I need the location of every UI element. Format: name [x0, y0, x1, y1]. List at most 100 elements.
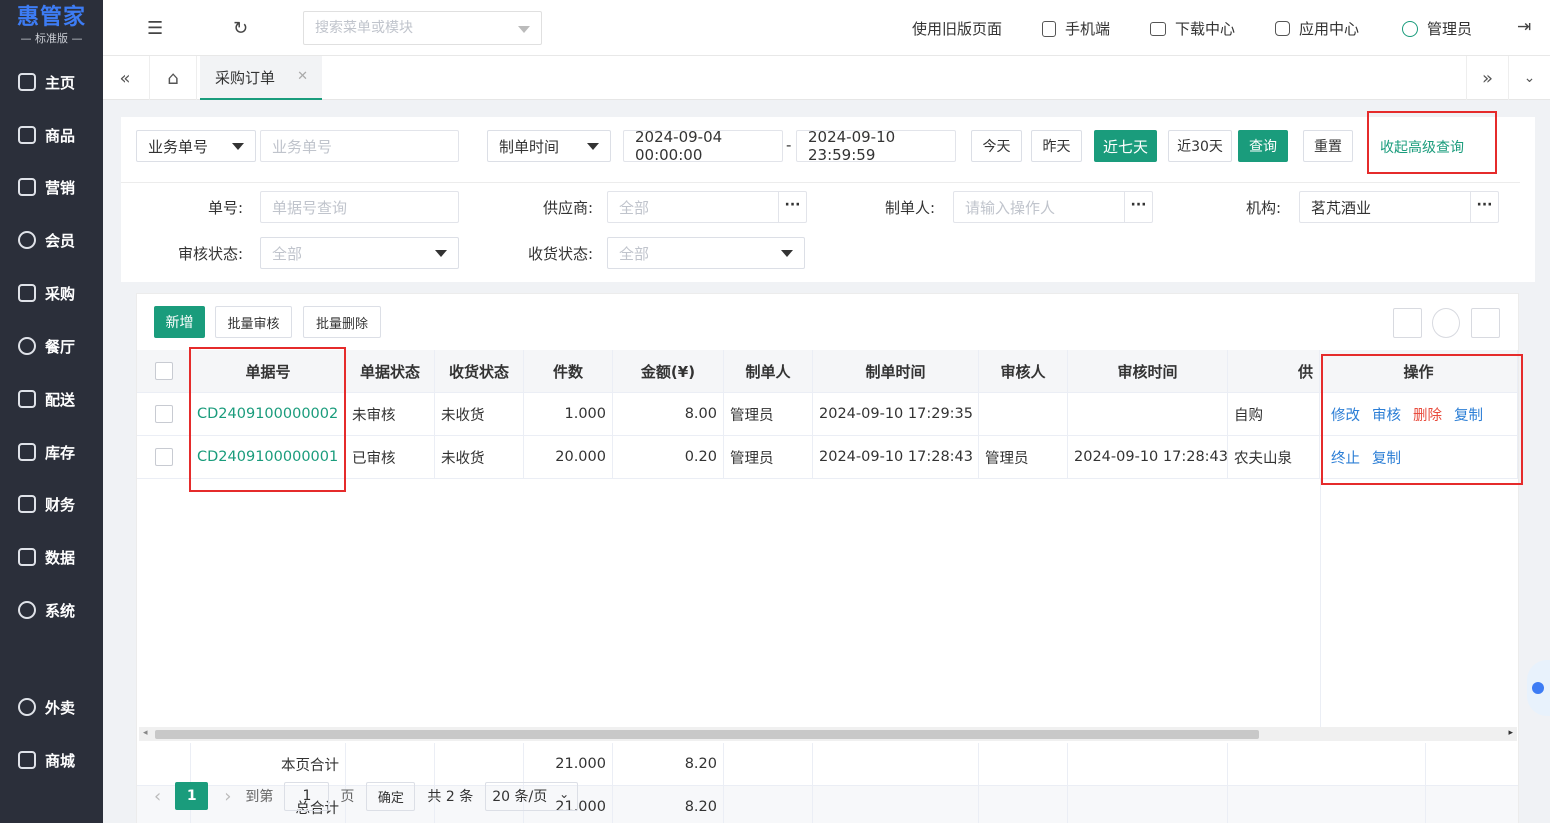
- creator-input[interactable]: 请输入操作人 ···: [953, 191, 1153, 223]
- assistant-eye-icon: [1532, 682, 1544, 694]
- cart-icon: [18, 284, 36, 302]
- qty-cell: 20.000: [524, 436, 613, 478]
- tab-bar: « ⌂ 采购订单 ✕ » ⌄: [103, 56, 1550, 100]
- sidebar-item-inventory[interactable]: 库存: [0, 432, 103, 472]
- app-center-link[interactable]: 应用中心: [1275, 18, 1359, 39]
- today-button[interactable]: 今天: [971, 130, 1022, 162]
- receive-status-label: 收货状态:: [527, 245, 593, 263]
- more-dots-icon[interactable]: ···: [778, 192, 806, 222]
- user-menu[interactable]: 管理员: [1402, 18, 1472, 39]
- logout-icon[interactable]: ⇥: [1517, 17, 1531, 37]
- scroll-thumb[interactable]: [155, 730, 1259, 739]
- row-checkbox[interactable]: [154, 448, 173, 466]
- tabs-scroll-right-icon[interactable]: »: [1466, 56, 1508, 100]
- close-icon[interactable]: ✕: [297, 69, 308, 84]
- delivery-icon: [18, 390, 36, 408]
- pagination: ‹ 1 › 到第 1 页 确定 共 2 条 20 条/页 ⌄: [154, 781, 579, 811]
- time-field-select[interactable]: 制单时间: [487, 130, 611, 162]
- shop-icon: [18, 751, 36, 769]
- row-checkbox[interactable]: [154, 405, 173, 423]
- assistant-floating-button[interactable]: [1527, 660, 1550, 716]
- audit-status-select[interactable]: 全部: [260, 237, 459, 269]
- sidebar-item-members[interactable]: 会员: [0, 220, 103, 260]
- org-input[interactable]: 茗芃酒业 ···: [1299, 191, 1499, 223]
- columns-grid-icon[interactable]: [1393, 308, 1422, 338]
- receive-cell: 未收货: [435, 436, 524, 478]
- sidebar-item-data[interactable]: 数据: [0, 537, 103, 577]
- batch-delete-button[interactable]: 批量删除: [303, 306, 381, 338]
- export-icon[interactable]: [1471, 308, 1500, 338]
- sidebar-item-purchase[interactable]: 采购: [0, 273, 103, 313]
- supplier-cell: 自购: [1228, 393, 1320, 435]
- menu-search[interactable]: [303, 11, 542, 45]
- supplier-input[interactable]: 全部 ···: [607, 191, 807, 223]
- home-tab-icon[interactable]: ⌂: [149, 56, 197, 100]
- auditor-cell: [979, 393, 1068, 435]
- last-7-days-button[interactable]: 近七天: [1094, 130, 1157, 162]
- tab-purchase-order[interactable]: 采购订单 ✕: [200, 56, 322, 100]
- sidebar-item-home[interactable]: 主页: [0, 62, 103, 102]
- receive-cell: 未收货: [435, 393, 524, 435]
- business-no-input[interactable]: 业务单号: [260, 130, 459, 162]
- select-all-checkbox[interactable]: [154, 362, 173, 380]
- refresh-icon[interactable]: ↻: [233, 18, 248, 39]
- col-created: 制单时间: [813, 350, 979, 392]
- tabs-menu-chevron-icon[interactable]: ⌄: [1508, 56, 1550, 100]
- qty-cell: 1.000: [524, 393, 613, 435]
- supplier-label: 供应商:: [542, 199, 593, 217]
- col-supplier: 供: [1228, 350, 1320, 392]
- date-end-input[interactable]: 2024-09-10 23:59:59: [796, 128, 956, 164]
- prev-page-icon[interactable]: ‹: [154, 786, 161, 807]
- chevron-down-icon: [518, 26, 530, 33]
- yesterday-button[interactable]: 昨天: [1031, 130, 1082, 162]
- chart-icon: [18, 178, 36, 196]
- phone-icon: [1042, 20, 1056, 37]
- sidebar-item-mall[interactable]: 商城: [0, 740, 103, 780]
- scroll-right-icon[interactable]: ▸: [1508, 728, 1513, 738]
- reset-button[interactable]: 重置: [1303, 130, 1353, 162]
- more-dots-icon[interactable]: ···: [1470, 192, 1498, 222]
- old-page-link[interactable]: 使用旧版页面: [912, 18, 1002, 39]
- menu-search-input[interactable]: [304, 12, 504, 44]
- tabs-scroll-left-icon[interactable]: «: [103, 56, 147, 100]
- box-icon: [18, 126, 36, 144]
- sidebar-item-system[interactable]: 系统: [0, 590, 103, 630]
- date-start-input[interactable]: 2024-09-04 00:00:00: [623, 128, 783, 164]
- status-cell: 未审核: [346, 393, 435, 435]
- next-page-icon[interactable]: ›: [224, 786, 231, 807]
- cloche-icon: [18, 337, 36, 355]
- sidebar-item-takeout[interactable]: 外卖: [0, 687, 103, 727]
- chevron-down-icon: [232, 143, 244, 150]
- logo: 惠管家 — 标准版 —: [0, 0, 103, 56]
- diamond-icon: [18, 231, 36, 249]
- order-no-input[interactable]: 单据号查询: [260, 191, 459, 223]
- scroll-left-icon[interactable]: ◂: [143, 728, 148, 738]
- page-total-label: 本页合计: [191, 743, 346, 785]
- creator-cell: 管理员: [724, 436, 813, 478]
- page-confirm-button[interactable]: 确定: [366, 781, 416, 811]
- status-cell: 已审核: [346, 436, 435, 478]
- more-dots-icon[interactable]: ···: [1124, 192, 1152, 222]
- query-button[interactable]: 查询: [1238, 130, 1288, 162]
- user-icon: [1402, 20, 1418, 37]
- highlight-collapse-box: [1367, 111, 1497, 174]
- page-number-input[interactable]: 1: [284, 781, 330, 811]
- add-button[interactable]: 新增: [154, 306, 205, 338]
- sidebar-item-finance[interactable]: 财务: [0, 484, 103, 524]
- sidebar-item-marketing[interactable]: 营销: [0, 167, 103, 207]
- horizontal-scrollbar[interactable]: ◂ ▸: [139, 727, 1517, 741]
- receive-status-select[interactable]: 全部: [607, 237, 805, 269]
- menu-toggle-icon[interactable]: ☰: [147, 18, 163, 39]
- page-size-select[interactable]: 20 条/页 ⌄: [485, 781, 579, 811]
- brand-edition: — 标准版 —: [20, 32, 83, 45]
- batch-audit-button[interactable]: 批量审核: [215, 306, 292, 338]
- sidebar-item-restaurant[interactable]: 餐厅: [0, 326, 103, 366]
- last-30-days-button[interactable]: 近30天: [1168, 130, 1232, 162]
- print-icon[interactable]: [1432, 308, 1460, 338]
- mobile-link[interactable]: 手机端: [1042, 18, 1110, 39]
- sidebar-item-products[interactable]: 商品: [0, 115, 103, 155]
- search-field-select[interactable]: 业务单号: [136, 130, 256, 162]
- sidebar-item-delivery[interactable]: 配送: [0, 379, 103, 419]
- download-center-link[interactable]: 下载中心: [1150, 18, 1235, 39]
- page-1-button[interactable]: 1: [175, 782, 209, 810]
